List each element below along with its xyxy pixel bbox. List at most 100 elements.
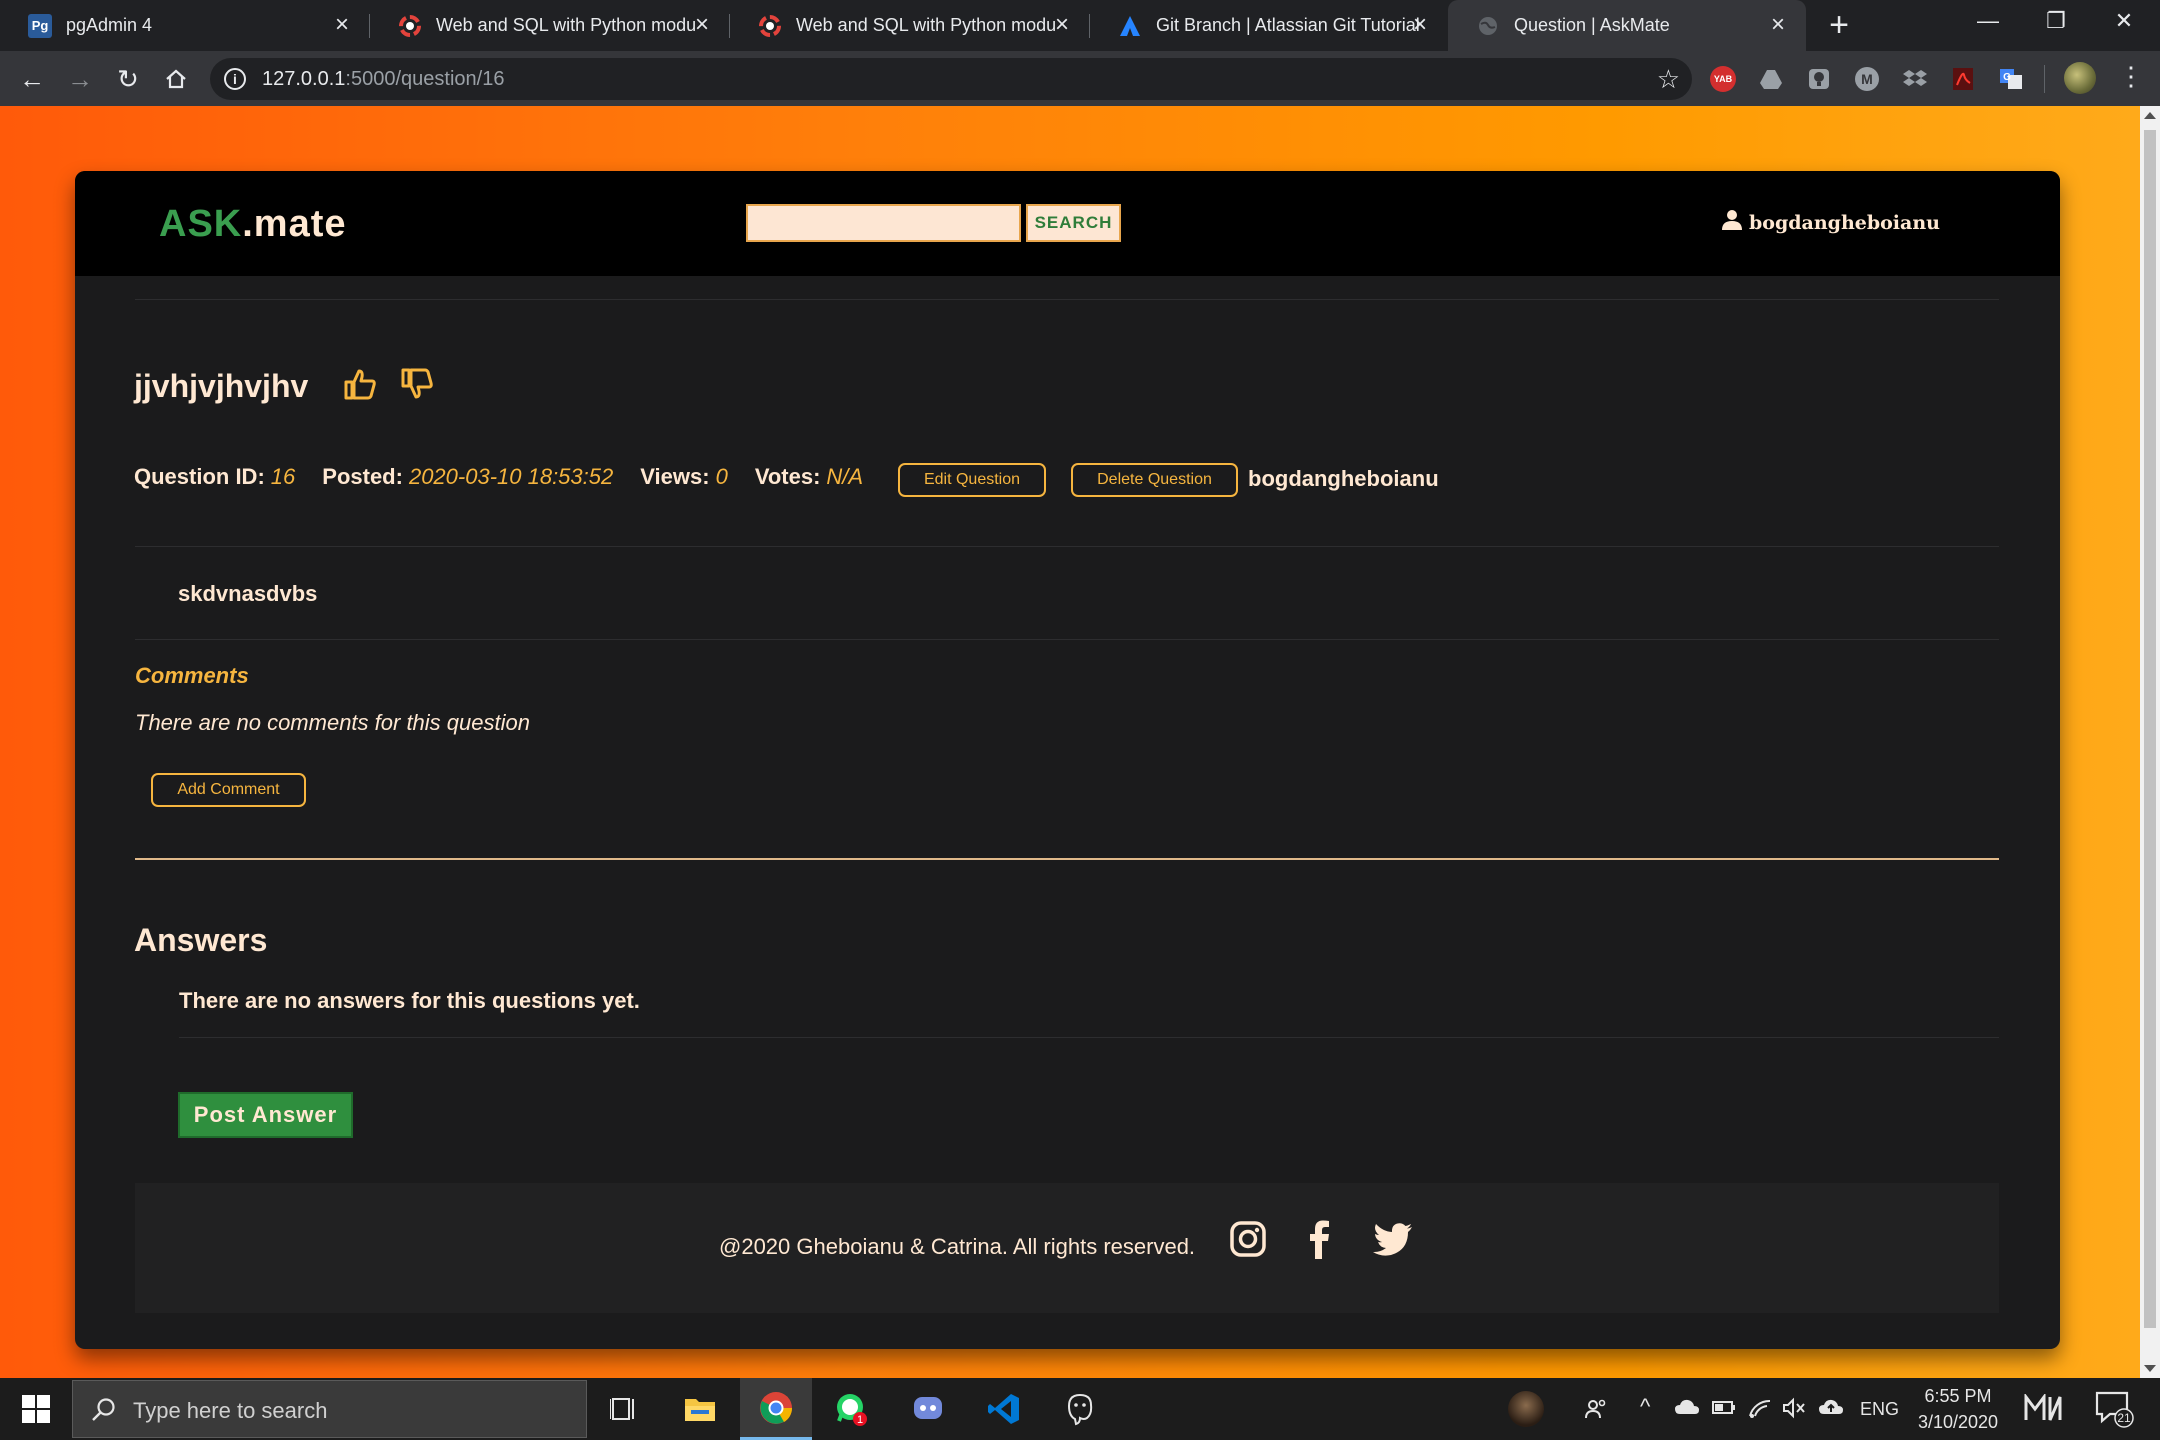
drive-icon[interactable]: [1758, 66, 1784, 92]
site-footer: @2020 Gheboianu & Catrina. All rights re…: [135, 1183, 1999, 1313]
scroll-thumb[interactable]: [2144, 130, 2156, 1328]
site-info-icon[interactable]: i: [224, 68, 246, 90]
posted-value: 2020-03-10 18:53:52: [408, 464, 614, 489]
address-bar[interactable]: i 127.0.0.1:5000/question/16 ☆: [210, 58, 1692, 100]
tab-askmate[interactable]: Question | AskMate ×: [1448, 0, 1806, 51]
people-avatar[interactable]: [1508, 1391, 1544, 1427]
close-icon[interactable]: ×: [690, 13, 714, 37]
close-window-button[interactable]: ✕: [2104, 8, 2144, 38]
back-button[interactable]: ←: [16, 63, 48, 95]
bulb-icon[interactable]: [1806, 66, 1832, 92]
mail-m-icon[interactable]: [2024, 1392, 2062, 1428]
bookmark-star-icon[interactable]: ☆: [1657, 64, 1680, 95]
instagram-icon[interactable]: [1228, 1219, 1268, 1259]
reload-button[interactable]: ↻: [112, 63, 144, 95]
cloud-upload-icon[interactable]: [1818, 1397, 1844, 1423]
page-scrollbar[interactable]: [2140, 106, 2160, 1378]
post-answer-button[interactable]: Post Answer: [178, 1092, 353, 1138]
codecool-icon: [398, 14, 422, 38]
menu-kebab-icon[interactable]: ⋮: [2118, 61, 2144, 92]
edit-question-button[interactable]: Edit Question: [898, 463, 1046, 497]
language-indicator[interactable]: ENG: [1860, 1399, 1899, 1420]
chrome-icon[interactable]: [740, 1378, 812, 1440]
tab-title: Git Branch | Atlassian Git Tutorial: [1156, 15, 1420, 35]
translate-icon[interactable]: G: [1998, 66, 2024, 92]
clock-time[interactable]: 6:55 PM: [1922, 1386, 1994, 1407]
divider: [135, 639, 1999, 640]
add-comment-button[interactable]: Add Comment: [151, 773, 306, 807]
question-author[interactable]: bogdangheboianu: [1248, 466, 1439, 492]
whatsapp-badge: 1: [857, 1414, 863, 1426]
twitter-icon[interactable]: [1372, 1219, 1412, 1259]
tab-codecool-2[interactable]: Web and SQL with Python modul ×: [730, 0, 1090, 51]
thumbs-up-icon[interactable]: [343, 367, 377, 401]
m-icon[interactable]: M: [1854, 66, 1880, 92]
question-title: jjvhjvjhvjhv: [134, 368, 309, 404]
delete-question-button[interactable]: Delete Question: [1071, 463, 1238, 497]
username: bogdangheboianu: [1749, 211, 1940, 234]
notifications-icon[interactable]: 21: [2094, 1390, 2134, 1434]
taskbar-search-box[interactable]: Type here to search: [72, 1380, 587, 1438]
user-profile-link[interactable]: bogdangheboianu: [1721, 209, 1940, 236]
tab-atlassian[interactable]: Git Branch | Atlassian Git Tutorial ×: [1090, 0, 1448, 51]
restore-button[interactable]: ❐: [2036, 8, 2076, 38]
id-value: 16: [270, 464, 296, 489]
tab-title: Web and SQL with Python modul: [796, 15, 1056, 35]
url-host: 127.0.0.1: [262, 68, 346, 90]
home-button[interactable]: [160, 63, 192, 95]
profile-avatar[interactable]: [2064, 62, 2096, 94]
battery-icon[interactable]: [1712, 1397, 1736, 1423]
people-icon[interactable]: [1584, 1397, 1608, 1427]
close-icon[interactable]: ×: [1050, 13, 1074, 37]
close-icon[interactable]: ×: [1408, 13, 1432, 37]
pdf-icon[interactable]: [1950, 66, 1976, 92]
dropbox-icon[interactable]: [1902, 66, 1928, 92]
windows-start-icon[interactable]: [22, 1395, 50, 1423]
close-icon[interactable]: ×: [330, 13, 354, 37]
close-icon[interactable]: ×: [1766, 13, 1790, 37]
search-button[interactable]: SEARCH: [1026, 204, 1121, 242]
postgres-icon[interactable]: [1044, 1378, 1116, 1440]
task-view-icon[interactable]: [588, 1378, 660, 1440]
no-comments-text: There are no comments for this question: [135, 710, 530, 735]
site-header: ASK.mate SEARCH bogdangheboianu: [75, 171, 2060, 276]
tab-pgadmin[interactable]: Pg pgAdmin 4 ×: [0, 0, 370, 51]
section-divider: [135, 858, 1999, 860]
windows-taskbar: Type here to search 1 ^ ENG 6:55 PM 3/10…: [0, 1378, 2160, 1440]
minimize-button[interactable]: —: [1968, 8, 2008, 38]
search-input[interactable]: [746, 204, 1021, 242]
tab-codecool-1[interactable]: Web and SQL with Python modul ×: [370, 0, 730, 51]
site-logo[interactable]: ASK.mate: [159, 203, 347, 246]
votes-label: Votes:: [754, 464, 821, 489]
wifi-icon[interactable]: [1748, 1397, 1772, 1425]
id-label: Question ID:: [134, 464, 265, 489]
svg-text:M: M: [1861, 71, 1873, 87]
url-path: :5000/question/16: [345, 68, 505, 90]
question-body: skdvnasdvbs: [178, 581, 318, 606]
browser-tab-strip: Pg pgAdmin 4 × Web and SQL with Python m…: [0, 0, 2160, 51]
scroll-up-icon[interactable]: [2144, 112, 2156, 119]
posted-label: Posted:: [322, 464, 403, 489]
scroll-down-icon[interactable]: [2144, 1365, 2156, 1372]
onedrive-icon[interactable]: [1674, 1397, 1700, 1423]
clock-date[interactable]: 3/10/2020: [1910, 1412, 2006, 1433]
answers-heading: Answers: [134, 922, 268, 958]
chevron-up-icon[interactable]: ^: [1640, 1394, 1650, 1420]
facebook-icon[interactable]: [1300, 1219, 1340, 1259]
pgadmin-icon: Pg: [28, 13, 52, 38]
taskbar-search-placeholder: Type here to search: [133, 1398, 328, 1423]
yab-icon[interactable]: YAB: [1710, 66, 1736, 92]
new-tab-button[interactable]: +: [1822, 8, 1856, 42]
forward-button[interactable]: →: [64, 63, 96, 95]
whatsapp-icon[interactable]: 1: [816, 1378, 888, 1440]
logo-ask: ASK: [159, 203, 243, 245]
volume-muted-icon[interactable]: [1782, 1397, 1806, 1425]
thumbs-down-icon[interactable]: [400, 367, 434, 401]
home-icon: [166, 69, 186, 89]
atlassian-icon: [1118, 14, 1142, 38]
notification-count: 21: [2117, 1411, 2131, 1425]
vscode-icon[interactable]: [968, 1378, 1040, 1440]
discord-icon[interactable]: [892, 1378, 964, 1440]
file-explorer-icon[interactable]: [664, 1378, 736, 1440]
votes-value: N/A: [826, 464, 864, 489]
